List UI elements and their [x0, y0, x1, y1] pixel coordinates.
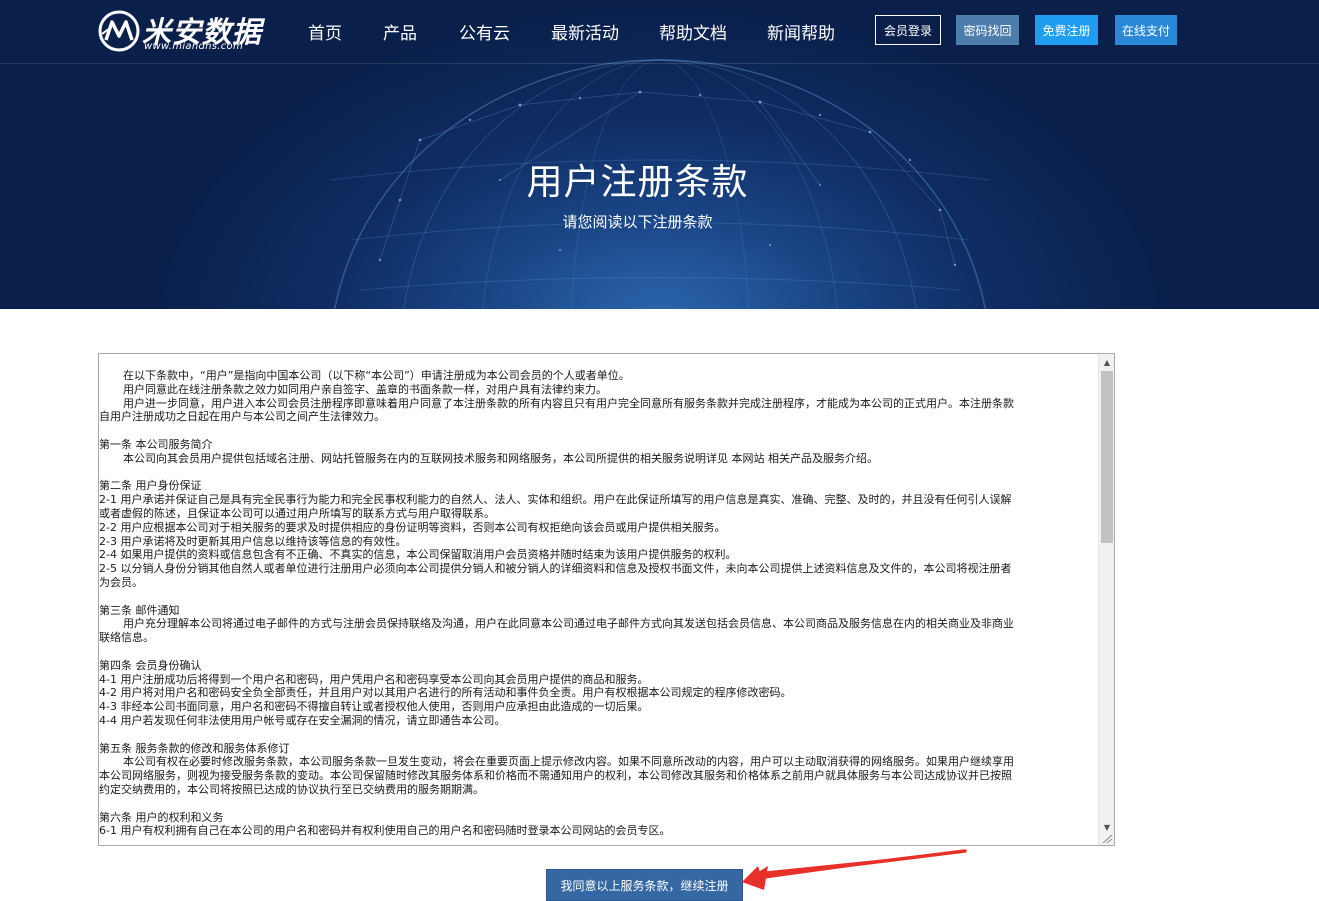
page-subtitle: 请您阅读以下注册条款: [562, 213, 713, 231]
terms-line: 6-1 用户有权利拥有自己在本公司的用户名和密码并有权利使用自己的用户名和密码随…: [99, 824, 671, 838]
terms-textarea[interactable]: 在以下条款中，“用户”是指向中国本公司（以下称“本公司”）申请注册成为本公司会员…: [98, 353, 1115, 846]
terms-line: 用户充分理解本公司将通过电子邮件的方式与注册会员保持联络及沟通，用户在此同意本公…: [123, 617, 1014, 631]
terms-blank-line: [99, 645, 1098, 659]
terms-line: 本公司网络服务，则视为接受服务条款的变动。本公司保留随时修改其服务体系和价格而不…: [99, 769, 1012, 783]
terms-line: 2-5 以分销人身份分销其他自然人或者单位进行注册用户必须向本公司提供分销人和被…: [99, 562, 1012, 576]
page-title: 用户注册条款: [526, 162, 749, 203]
logo-url: www.miandns.com: [144, 41, 243, 52]
top-header: 米安数据 www.miandns.com 首页 产品 公有云 最新活动 帮助文档…: [0, 0, 1319, 64]
logo-mark-icon: [98, 10, 140, 52]
terms-line: 2-3 用户承诺将及时更新其用户信息以维持该等信息的有效性。: [99, 534, 407, 548]
scrollbar-thumb[interactable]: [1101, 371, 1113, 543]
resize-grip-icon[interactable]: [1101, 834, 1113, 844]
terms-line: 第三条 邮件通知: [99, 603, 180, 617]
scroll-up-arrow-icon[interactable]: ▲: [1099, 354, 1115, 370]
terms-line: 第四条 会员身份确认: [99, 658, 202, 672]
terms-blank-line: [99, 424, 1098, 438]
free-register-button[interactable]: 免费注册: [1035, 15, 1098, 45]
terms-line: 2-4 如果用户提供的资料或信息包含有不正确、不真实的信息，本公司保留取消用户会…: [99, 548, 737, 562]
nav-item-public-cloud[interactable]: 公有云: [459, 19, 510, 44]
terms-line: 联络信息。: [99, 631, 154, 645]
terms-line: 自用户注册成功之日起在用户与本公司之间产生法律效力。: [99, 410, 385, 424]
terms-line: 2-2 用户应根据本公司对于相关服务的要求及时提供相应的身份证明等资料，否则本公…: [99, 520, 726, 534]
terms-blank-line: [99, 590, 1098, 604]
hero-banner: 米安数据 www.miandns.com 首页 产品 公有云 最新活动 帮助文档…: [0, 0, 1319, 309]
terms-line: 本公司有权在必要时修改服务条款，本公司服务条款一旦发生变动，将会在重要页面上提示…: [123, 755, 1014, 769]
nav-item-home[interactable]: 首页: [308, 19, 342, 44]
terms-line: 4-2 用户将对用户名和密码安全负全部责任，并且用户对以其用户名进行的所有活动和…: [99, 686, 792, 700]
nav-item-help-docs[interactable]: 帮助文档: [659, 19, 727, 44]
logo[interactable]: 米安数据 www.miandns.com: [98, 8, 268, 54]
terms-line: 第一条 本公司服务简介: [99, 437, 213, 451]
terms-line: 第六条 用户的权利和义务: [99, 810, 224, 824]
nav-item-news-help[interactable]: 新闻帮助: [767, 19, 835, 44]
agree-continue-button[interactable]: 我同意以上服务条款，继续注册: [546, 869, 743, 901]
nav-item-products[interactable]: 产品: [383, 19, 417, 44]
terms-line: 为会员。: [99, 575, 143, 589]
terms-line: 或者虚假的陈述，且保证本公司可以通过用户所填写的联系方式与用户取得联系。: [99, 506, 495, 520]
nav-item-latest-events[interactable]: 最新活动: [551, 19, 619, 44]
terms-line: 本公司向其会员用户提供包括域名注册、网站托管服务在内的互联网技术服务和网络服务，…: [123, 451, 878, 465]
password-recovery-button[interactable]: 密码找回: [956, 15, 1019, 45]
terms-line: 4-1 用户注册成功后将得到一个用户名和密码，用户凭用户名和密码享受本公司向其会…: [99, 672, 649, 686]
terms-line: 第五条 服务条款的修改和服务体系修订: [99, 741, 290, 755]
terms-line: 第二条 用户身份保证: [99, 479, 202, 493]
terms-line: 2-1 用户承诺并保证自己是具有完全民事行为能力和完全民事权利能力的自然人、法人…: [99, 493, 1012, 507]
member-login-button[interactable]: 会员登录: [875, 15, 941, 45]
terms-line: 约定交纳费用的，本公司将按照已达成的协议执行至已交纳费用的服务期期满。: [99, 782, 484, 796]
terms-line: 4-3 非经本公司书面同意，用户名和密码不得擅自转让或者授权他人使用，否则用户应…: [99, 700, 649, 714]
scroll-down-arrow-icon[interactable]: ▼: [1099, 819, 1115, 835]
online-pay-button[interactable]: 在线支付: [1115, 15, 1177, 45]
terms-line: 用户进一步同意，用户进入本公司会员注册程序即意味着用户同意了本注册条款的所有内容…: [123, 396, 1014, 410]
terms-scrollbar[interactable]: ▲ ▼: [1098, 354, 1114, 845]
terms-blank-line: [99, 728, 1098, 742]
terms-blank-line: [99, 466, 1098, 480]
terms-line: 用户同意此在线注册条款之效力如同用户亲自签字、盖章的书面条款一样，对用户具有法律…: [123, 382, 607, 396]
terms-blank-line: [99, 797, 1098, 811]
terms-line: 4-4 用户若发现任何非法使用用户帐号或存在安全漏洞的情况，请立即通告本公司。: [99, 713, 506, 727]
terms-content: 在以下条款中，“用户”是指向中国本公司（以下称“本公司”）申请注册成为本公司会员…: [99, 354, 1098, 845]
terms-line: 在以下条款中，“用户”是指向中国本公司（以下称“本公司”）申请注册成为本公司会员…: [123, 369, 630, 382]
